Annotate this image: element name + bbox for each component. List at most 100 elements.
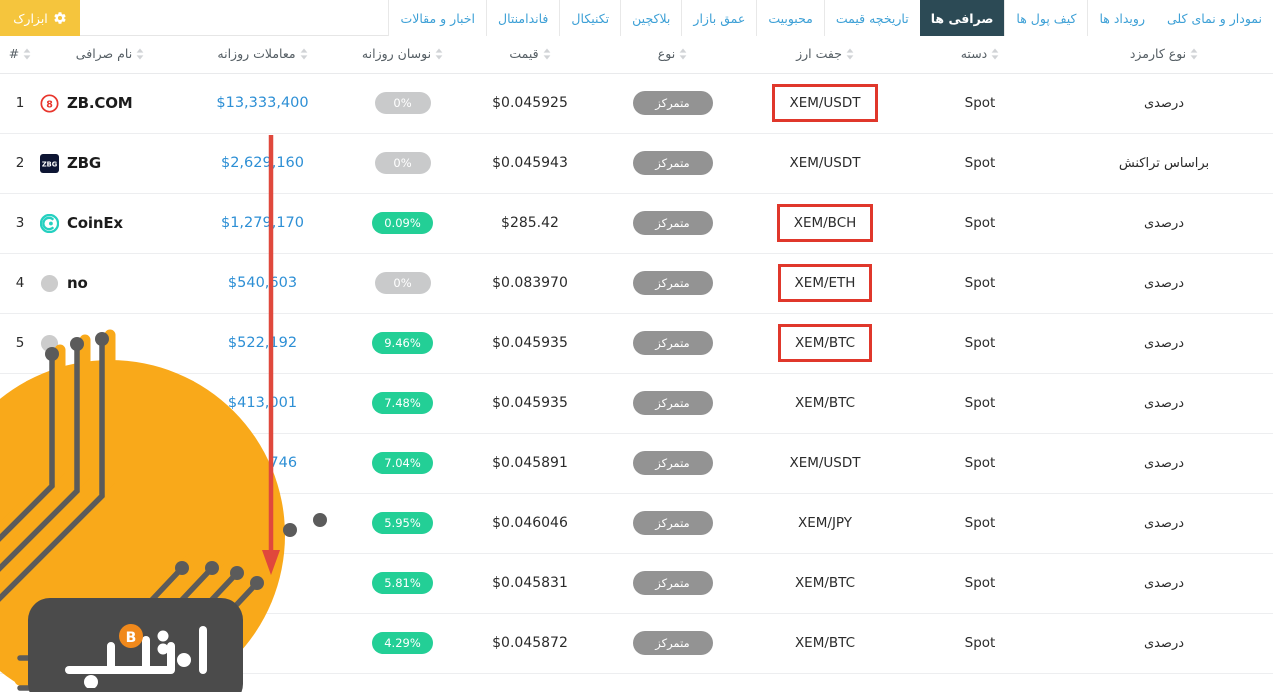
table-row[interactable]: 7 $388,746 7.04% $0.045891 متمرکز XEM/USDT Spo… (0, 433, 1273, 494)
sort-arrows-icon[interactable] (136, 48, 144, 60)
cell-exchange-name[interactable] (40, 373, 180, 434)
column-header-volume[interactable]: معاملات روزانه (180, 36, 345, 74)
column-header-category[interactable]: دسته (905, 36, 1055, 74)
exchange-type-pill: متمرکز (632, 511, 713, 535)
exchange-name-cell: no (40, 274, 180, 293)
category-value: Spot (964, 155, 996, 171)
cell-daily-volume (180, 553, 345, 614)
cell-daily-volume: $2,629,160 (180, 133, 345, 194)
sort-arrows-icon[interactable] (23, 48, 31, 60)
cell-exchange-name[interactable]: no (40, 253, 180, 314)
cell-currency-pair: XEM/USDT (745, 433, 905, 494)
table-row[interactable]: 6 $413,001 7.48% $0.045935 متمرکز XEM/BTC Spot… (0, 373, 1273, 434)
column-header-type[interactable]: نوع (600, 36, 745, 74)
cell-price: $0.045891 (460, 433, 600, 494)
cell-exchange-name[interactable] (40, 433, 180, 494)
cell-fee-type: درصدی (1055, 433, 1273, 494)
nav-item-10[interactable]: اخبار و مقالات (388, 0, 486, 36)
exchange-name-cell: CoinEx (40, 213, 180, 233)
category-value: Spot (964, 515, 996, 531)
daily-volume-value[interactable]: $1,279,170 (221, 215, 304, 231)
column-header-inner: دسته (961, 46, 1000, 61)
table-row[interactable]: 10 4.29% $0.045872 متمرکز XEM/BTC Spot درصدی (0, 613, 1273, 674)
sort-arrows-icon[interactable] (991, 48, 999, 60)
currency-pair-highlighted: XEM/USDT (772, 84, 878, 122)
column-header-rank[interactable]: # (0, 36, 40, 74)
table-body: 1 8 ZB.COM $13,333,400 0% $0.045925 متمرکز XEM/… (0, 73, 1273, 674)
cell-daily-change: 7.48% (345, 373, 460, 434)
cell-rank: 1 (0, 73, 40, 134)
sort-arrows-icon[interactable] (846, 48, 854, 60)
cell-daily-change: 7.04% (345, 433, 460, 494)
column-header-name[interactable]: نام صرافی (40, 36, 180, 74)
cell-fee-type: درصدی (1055, 613, 1273, 674)
nav-item-7[interactable]: بلاکچین (620, 0, 682, 36)
cell-currency-pair: XEM/USDT (745, 73, 905, 134)
fee-type-value: درصدی (1143, 516, 1185, 531)
nav-item-1[interactable]: رویداد ها (1087, 0, 1156, 36)
price-value: $0.046046 (492, 515, 568, 531)
column-header-label: معاملات روزانه (217, 46, 296, 61)
cell-category: Spot (905, 253, 1055, 314)
table-row[interactable]: 2 ZBG ZBG $2,629,160 0% $0.045943 متمرکز XEM/US… (0, 133, 1273, 194)
daily-volume-value[interactable]: $522,192 (228, 335, 297, 351)
fee-type-value: درصدی (1143, 216, 1185, 231)
daily-volume-value[interactable]: $413,001 (228, 395, 297, 411)
cell-exchange-name[interactable] (40, 553, 180, 614)
daily-change-badge: 4.29% (372, 632, 433, 654)
table-row[interactable]: 1 8 ZB.COM $13,333,400 0% $0.045925 متمرکز XEM/… (0, 73, 1273, 134)
cell-exchange-name[interactable] (40, 493, 180, 554)
price-value: $0.083970 (492, 275, 568, 291)
cell-rank: 9 (0, 553, 40, 614)
sort-arrows-icon[interactable] (300, 48, 308, 60)
cell-category: Spot (905, 613, 1055, 674)
sort-arrows-icon[interactable] (435, 48, 443, 60)
table-row[interactable]: 5 $522,192 9.46% $0.045935 متمرکز XEM/BTC Spot… (0, 313, 1273, 374)
exchange-type-pill: متمرکز (632, 211, 713, 235)
column-header-inner: نوع (658, 46, 687, 61)
cell-exchange-type: متمرکز (600, 313, 745, 374)
daily-volume-value[interactable]: $540,603 (228, 275, 297, 291)
nav-item-0[interactable]: نمودار و نمای کلی (1155, 0, 1273, 36)
daily-change-badge: 0% (374, 92, 431, 114)
column-header-label: جفت ارز (796, 46, 842, 61)
cell-exchange-name[interactable] (40, 613, 180, 674)
cell-fee-type: درصدی (1055, 493, 1273, 554)
exchange-name-label: ZBG (67, 154, 102, 172)
cell-exchange-name[interactable]: CoinEx (40, 193, 180, 254)
cell-exchange-name[interactable]: 8 ZB.COM (40, 73, 180, 134)
nav-item-9[interactable]: فاندامنتال (485, 0, 560, 36)
daily-volume-value[interactable]: $388,746 (228, 455, 297, 471)
table-row[interactable]: 3 CoinEx $1,279,170 0.09% $285.42 متمرکز XEM/B… (0, 193, 1273, 254)
sort-arrows-icon[interactable] (679, 48, 687, 60)
price-value: $0.045925 (492, 95, 568, 111)
column-header-pair[interactable]: جفت ارز (745, 36, 905, 74)
cell-rank: 10 (0, 613, 40, 674)
cell-rank: 4 (0, 253, 40, 314)
exchange-name-label: CoinEx (67, 214, 123, 232)
column-header-change[interactable]: نوسان روزانه (345, 36, 460, 74)
sort-arrows-icon[interactable] (1190, 48, 1198, 60)
cell-exchange-name[interactable]: ZBG ZBG (40, 133, 180, 194)
cell-exchange-name[interactable] (40, 313, 180, 374)
daily-volume-value[interactable]: $13,333,400 (216, 95, 308, 111)
sort-arrows-icon[interactable] (543, 48, 551, 60)
nav-item-3[interactable]: صرافی ها (919, 0, 1005, 36)
nav-item-5[interactable]: محبوبیت (756, 0, 824, 36)
exchange-type-pill: متمرکز (632, 331, 713, 355)
table-row[interactable]: 4 no $540,603 0% $0.083970 متمرکز XEM/ETH Spot د… (0, 253, 1273, 314)
table-row[interactable]: 8 5.95% $0.046046 متمرکز XEM/JPY Spot درصدی (0, 493, 1273, 554)
column-header-fee[interactable]: نوع کارمزد (1055, 36, 1273, 74)
table-row[interactable]: 9 5.81% $0.045831 متمرکز XEM/BTC Spot درصدی (0, 553, 1273, 614)
widget-button[interactable]: ابزارک (0, 0, 80, 36)
cell-daily-volume: $1,279,170 (180, 193, 345, 254)
nav-item-8[interactable]: تکنیکال (559, 0, 621, 36)
column-header-price[interactable]: قیمت (460, 36, 600, 74)
table-header: # نام صرافی معاملات روزانه نوسان روزانه قیمت… (0, 36, 1273, 74)
nav-item-6[interactable]: عمق بازار (681, 0, 757, 36)
nav-item-4[interactable]: تاریخچه قیمت (823, 0, 920, 36)
cell-price: $0.045935 (460, 373, 600, 434)
exchange-logo-icon (40, 274, 59, 293)
nav-item-2[interactable]: کیف پول ها (1004, 0, 1088, 36)
daily-volume-value[interactable]: $2,629,160 (221, 155, 304, 171)
